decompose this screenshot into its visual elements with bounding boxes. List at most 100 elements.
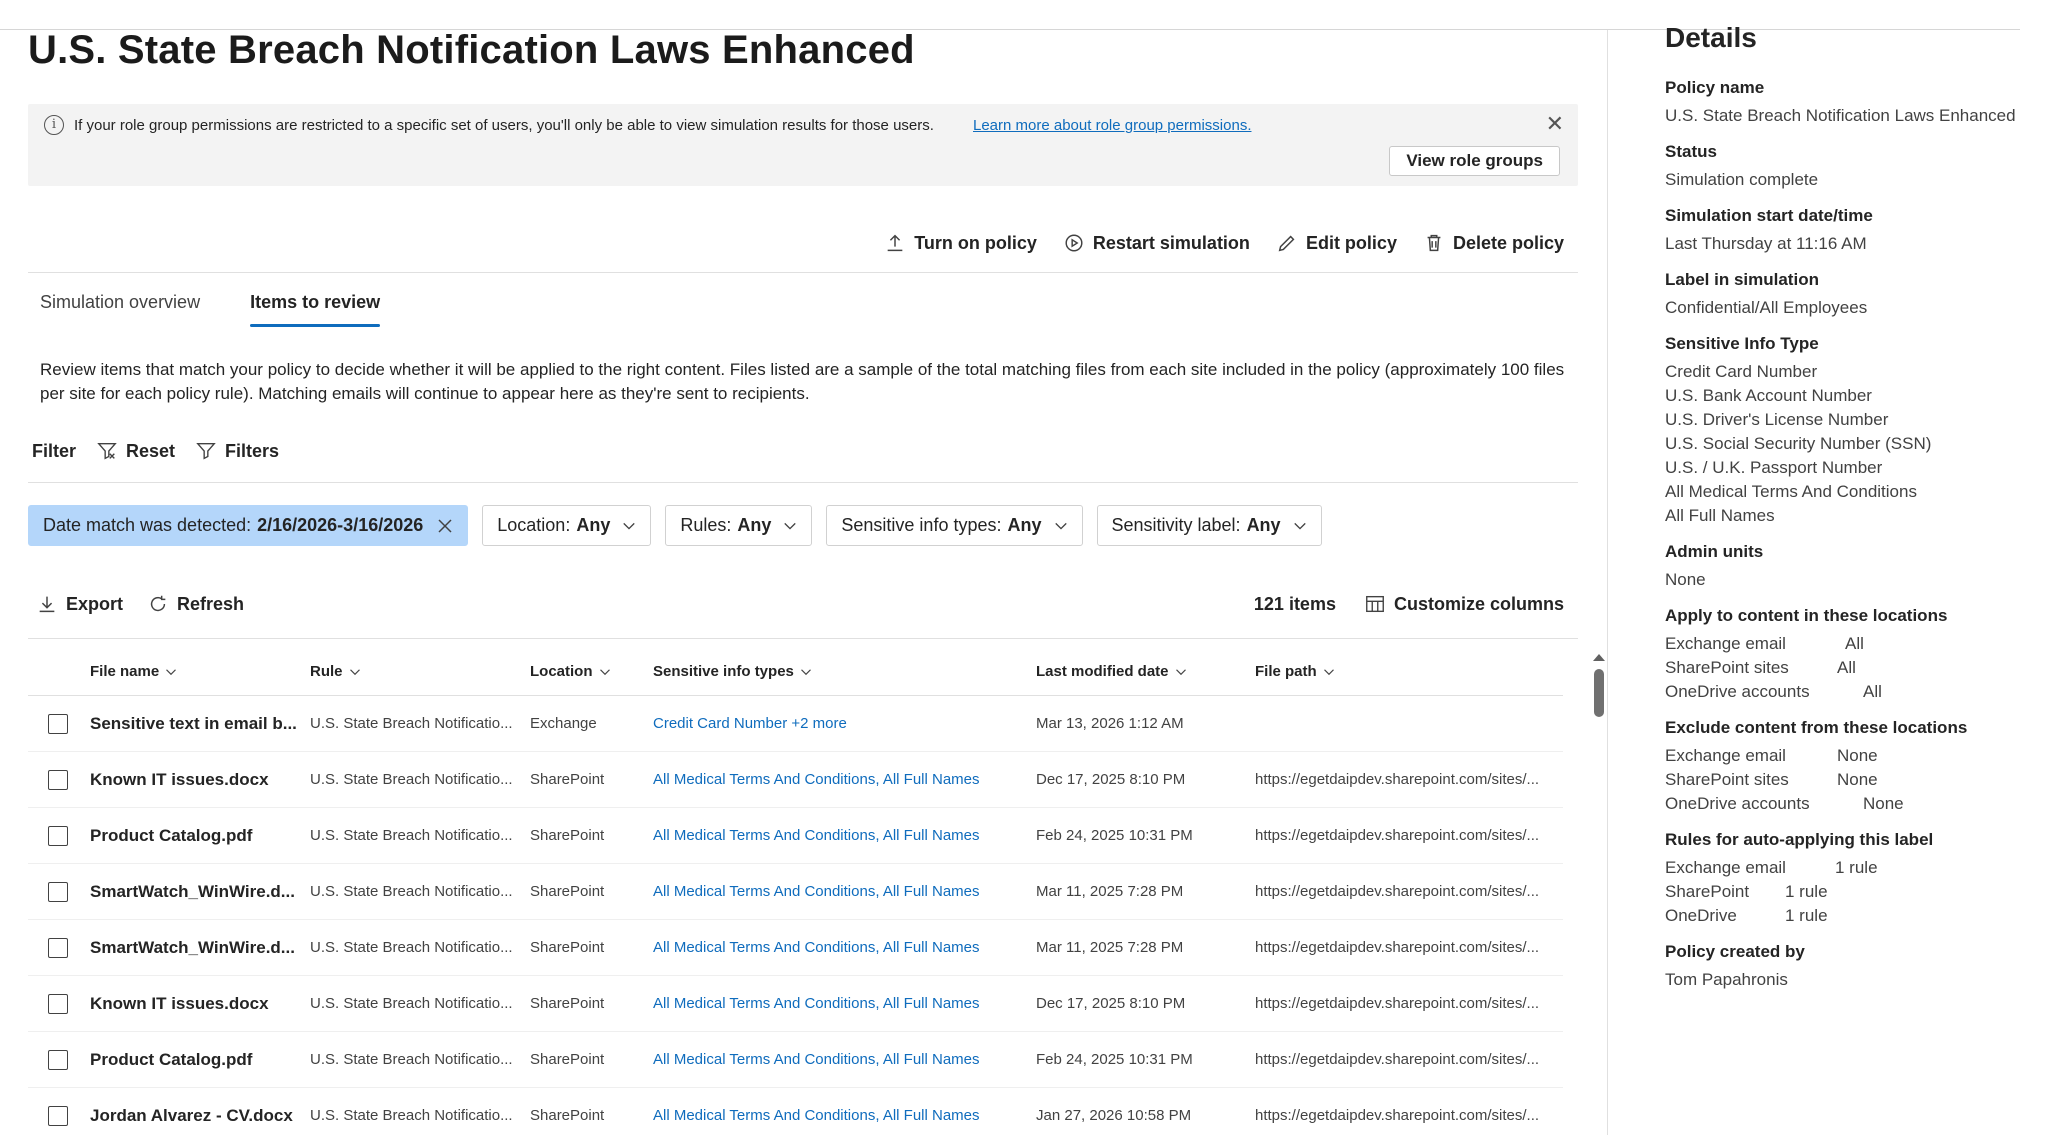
export-button[interactable]: Export [36, 593, 123, 615]
label-in-simulation-value: Confidential/All Employees [1665, 298, 1868, 317]
cell-sensitive-info-types[interactable]: All Medical Terms And Conditions, All Fu… [653, 827, 1036, 844]
cell-file-path: https://egetdaipdev.sharepoint.com/sites… [1255, 995, 1540, 1012]
cell-location: SharePoint [530, 883, 605, 900]
cell-sensitive-info-types[interactable]: All Medical Terms And Conditions, All Fu… [653, 771, 1036, 788]
row-checkbox[interactable] [48, 881, 68, 902]
filters-button[interactable]: Filters [195, 440, 279, 462]
cell-location: SharePoint [530, 939, 605, 956]
column-header-sensitive-info-types[interactable]: Sensitive info types [653, 663, 1036, 680]
column-header-rule[interactable]: Rule [310, 663, 530, 680]
row-checkbox[interactable] [48, 825, 68, 846]
row-checkbox[interactable] [48, 993, 68, 1014]
customize-columns-button[interactable]: Customize columns [1364, 593, 1564, 615]
cell-sensitive-info-types[interactable]: All Medical Terms And Conditions, All Fu… [653, 883, 1036, 900]
cell-sensitive-info-types[interactable]: All Medical Terms And Conditions, All Fu… [653, 939, 1036, 956]
cell-location: SharePoint [530, 771, 605, 788]
column-header-location[interactable]: Location [530, 663, 653, 680]
column-header-file-name[interactable]: File name [90, 663, 310, 680]
table-scrollbar[interactable] [1593, 650, 1605, 1130]
info-icon: i [44, 115, 64, 135]
cell-sensitive-info-types[interactable]: All Medical Terms And Conditions, All Fu… [653, 995, 1036, 1012]
scrollbar-thumb[interactable] [1594, 669, 1604, 717]
sit-item: All Full Names [1665, 506, 1775, 525]
cell-file-name[interactable]: Product Catalog.pdf [90, 826, 310, 846]
row-checkbox[interactable] [48, 1105, 68, 1126]
row-checkbox[interactable] [48, 713, 68, 734]
exclude-locations-label: Exclude content from these locations [1665, 718, 1968, 737]
scroll-up-arrow-icon[interactable] [1593, 654, 1605, 661]
row-checkbox[interactable] [48, 937, 68, 958]
columns-icon [1366, 595, 1384, 613]
cell-sensitive-info-types[interactable]: Credit Card Number +2 more [653, 715, 1036, 732]
filter-icon [196, 442, 216, 460]
filter-reset-icon [97, 442, 117, 460]
upload-icon [887, 234, 903, 252]
tab-simulation-overview[interactable]: Simulation overview [40, 292, 200, 327]
column-header-last-modified[interactable]: Last modified date [1036, 663, 1255, 680]
row-checkbox[interactable] [48, 769, 68, 790]
chevron-down-icon [166, 668, 177, 675]
chevron-down-icon [1175, 668, 1186, 675]
table-row[interactable]: Product Catalog.pdf U.S. State Breach No… [28, 808, 1563, 864]
info-text: If your role group permissions are restr… [74, 117, 934, 134]
cell-file-name[interactable]: Known IT issues.docx [90, 770, 310, 790]
table-row[interactable]: Known IT issues.docx U.S. State Breach N… [28, 752, 1563, 808]
reset-filters-button[interactable]: Reset [96, 440, 175, 462]
table-toolbar-right: 121 items Customize columns [1254, 593, 1564, 615]
filter-chips: Date match was detected: 2/16/2026-3/16/… [28, 505, 1322, 546]
turn-on-policy-button[interactable]: Turn on policy [884, 232, 1037, 254]
cell-last-modified: Mar 11, 2025 7:28 PM [1036, 939, 1184, 956]
column-header-file-path[interactable]: File path [1255, 663, 1563, 680]
cell-file-name[interactable]: Jordan Alvarez - CV.docx [90, 1106, 310, 1126]
cell-file-path: https://egetdaipdev.sharepoint.com/sites… [1255, 771, 1540, 788]
sensitive-info-types-filter-chip[interactable]: Sensitive info types: Any [826, 505, 1083, 546]
policy-actions: Turn on policy Restart simulation Edit p… [884, 232, 1564, 254]
table-row[interactable]: Product Catalog.pdf U.S. State Breach No… [28, 1032, 1563, 1088]
cell-sensitive-info-types[interactable]: All Medical Terms And Conditions, All Fu… [653, 1107, 1036, 1124]
table-row[interactable]: SmartWatch_WinWire.d... U.S. State Breac… [28, 864, 1563, 920]
role-group-permissions-link[interactable]: Learn more about role group permissions. [973, 117, 1251, 134]
location-value: All [1863, 682, 1882, 701]
item-count: 121 items [1253, 593, 1336, 614]
table-row[interactable]: SmartWatch_WinWire.d... U.S. State Breac… [28, 920, 1563, 976]
location-name: Exchange email [1665, 746, 1786, 765]
refresh-button[interactable]: Refresh [147, 593, 244, 615]
chevron-down-icon [623, 522, 636, 530]
chevron-down-icon [349, 668, 360, 675]
cell-location: Exchange [530, 715, 597, 732]
rules-filter-chip[interactable]: Rules: Any [665, 505, 813, 546]
status-label: Status [1665, 142, 1717, 161]
table-row[interactable]: Sensitive text in email b... U.S. State … [28, 696, 1563, 752]
cell-last-modified: Feb 24, 2025 10:31 PM [1036, 1051, 1193, 1068]
close-icon[interactable] [437, 518, 453, 534]
sit-item: U.S. Driver's License Number [1665, 410, 1889, 429]
filter-label: Filter [32, 440, 77, 461]
delete-policy-button[interactable]: Delete policy [1423, 232, 1564, 254]
cell-file-name[interactable]: Known IT issues.docx [90, 994, 310, 1014]
location-name: SharePoint [1665, 882, 1750, 901]
row-checkbox[interactable] [48, 1049, 68, 1070]
close-icon[interactable]: ✕ [1546, 112, 1564, 136]
policy-created-by-value: Tom Papahronis [1665, 970, 1788, 989]
location-name: Exchange email [1665, 634, 1786, 653]
cell-file-name[interactable]: SmartWatch_WinWire.d... [90, 938, 310, 958]
status-value: Simulation complete [1665, 170, 1819, 189]
cell-sensitive-info-types[interactable]: All Medical Terms And Conditions, All Fu… [653, 1051, 1036, 1068]
rule-count: 1 rule [1785, 906, 1828, 925]
cell-file-name[interactable]: SmartWatch_WinWire.d... [90, 882, 310, 902]
table-row[interactable]: Jordan Alvarez - CV.docx U.S. State Brea… [28, 1088, 1563, 1135]
location-filter-chip[interactable]: Location: Any [482, 505, 652, 546]
tab-items-to-review[interactable]: Items to review [250, 292, 381, 327]
table-row[interactable]: Known IT issues.docx U.S. State Breach N… [28, 976, 1563, 1032]
cell-file-name[interactable]: Product Catalog.pdf [90, 1050, 310, 1070]
view-role-groups-button[interactable]: View role groups [1389, 146, 1560, 176]
cell-rule: U.S. State Breach Notificatio... [310, 883, 513, 900]
cell-file-name[interactable]: Sensitive text in email b... [90, 714, 310, 734]
sensitivity-label-filter-chip[interactable]: Sensitivity label: Any [1096, 505, 1322, 546]
edit-policy-button[interactable]: Edit policy [1276, 232, 1397, 254]
location-name: OneDrive [1665, 906, 1737, 925]
restart-simulation-button[interactable]: Restart simulation [1063, 232, 1250, 254]
location-value: All [1837, 658, 1856, 677]
sit-item: U.S. / U.K. Passport Number [1665, 458, 1883, 477]
date-detected-filter-chip[interactable]: Date match was detected: 2/16/2026-3/16/… [28, 505, 469, 546]
